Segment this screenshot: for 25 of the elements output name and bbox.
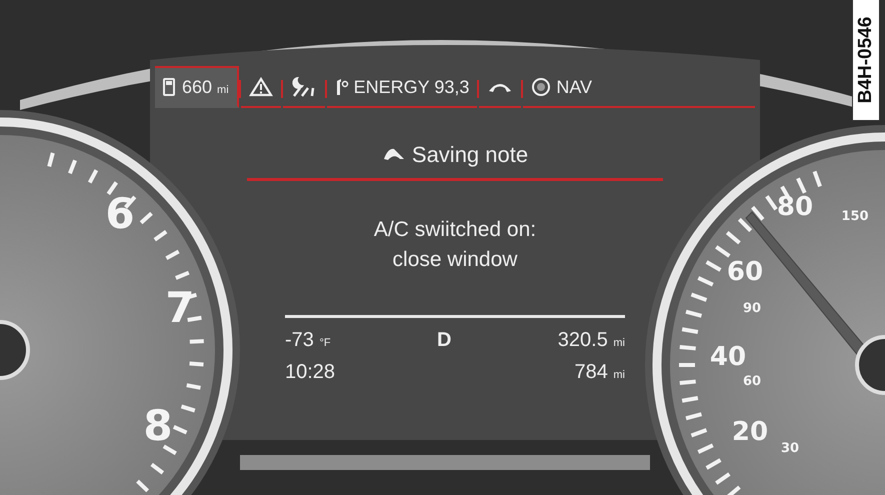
odometer: 784 mi	[574, 360, 625, 384]
speed-number: 80	[776, 192, 814, 222]
display-tab[interactable]: NAV	[523, 66, 755, 108]
kmh-number: 150	[841, 209, 869, 224]
warning-icon	[248, 77, 273, 97]
kmh-number: 30	[780, 441, 800, 456]
kmh-number: 60	[742, 374, 762, 389]
tachometer-number: 8	[143, 401, 173, 450]
display-tab[interactable]: ENERGY 93,3	[326, 66, 478, 108]
fuel-pump-icon	[163, 78, 177, 96]
trip-distance: 320.5 mi	[558, 328, 625, 352]
message-title: Saving note	[412, 142, 528, 168]
clock-time: 10:28	[285, 360, 336, 384]
gear-indicator: D	[436, 328, 452, 352]
speed-number: 20	[732, 417, 768, 447]
lane-assist-icon	[290, 76, 317, 98]
navigation-icon	[531, 77, 552, 97]
message-text: A/C swiitched on: close window	[372, 217, 538, 273]
speed-number: 60	[726, 257, 764, 287]
tachometer-number: 6	[105, 189, 135, 238]
speed-number: 40	[710, 342, 746, 372]
display-tab[interactable]: 660 mi	[155, 66, 239, 108]
outside-temperature: -73 °F	[285, 328, 331, 352]
kmh-number: 90	[742, 301, 762, 316]
figure-code: B4H-0546	[852, 0, 880, 121]
